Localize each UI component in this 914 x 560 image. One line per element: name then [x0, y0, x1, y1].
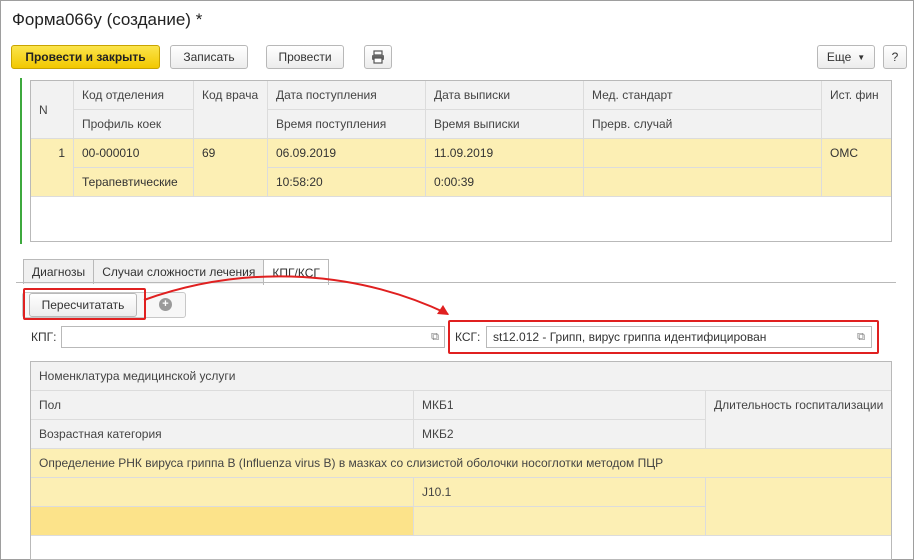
- col-header-service-nomenclature[interactable]: Номенклатура медицинской услуги: [31, 362, 891, 391]
- col-header-sex[interactable]: Пол: [31, 390, 414, 420]
- table-row[interactable]: J10.1: [31, 477, 891, 536]
- col-header-age-category[interactable]: Возрастная категория: [31, 419, 414, 449]
- services-table-container: Номенклатура медицинской услуги Пол МКБ1…: [30, 361, 892, 560]
- col-header-duration[interactable]: Длительность госпитализации: [704, 390, 891, 449]
- row-age-category[interactable]: [31, 506, 414, 536]
- table-row[interactable]: Определение РНК вируса гриппа B (Influen…: [31, 448, 891, 478]
- services-table: Номенклатура медицинской услуги Пол МКБ1…: [31, 362, 891, 536]
- row-mkb2[interactable]: [413, 506, 706, 536]
- row-duration[interactable]: [704, 477, 891, 536]
- row-sex[interactable]: [31, 477, 414, 507]
- row-service-name[interactable]: Определение РНК вируса гриппа B (Influen…: [31, 448, 891, 478]
- col-header-mkb2[interactable]: МКБ2: [413, 419, 706, 449]
- col-header-mkb1[interactable]: МКБ1: [413, 390, 706, 420]
- row-mkb1[interactable]: J10.1: [413, 477, 706, 507]
